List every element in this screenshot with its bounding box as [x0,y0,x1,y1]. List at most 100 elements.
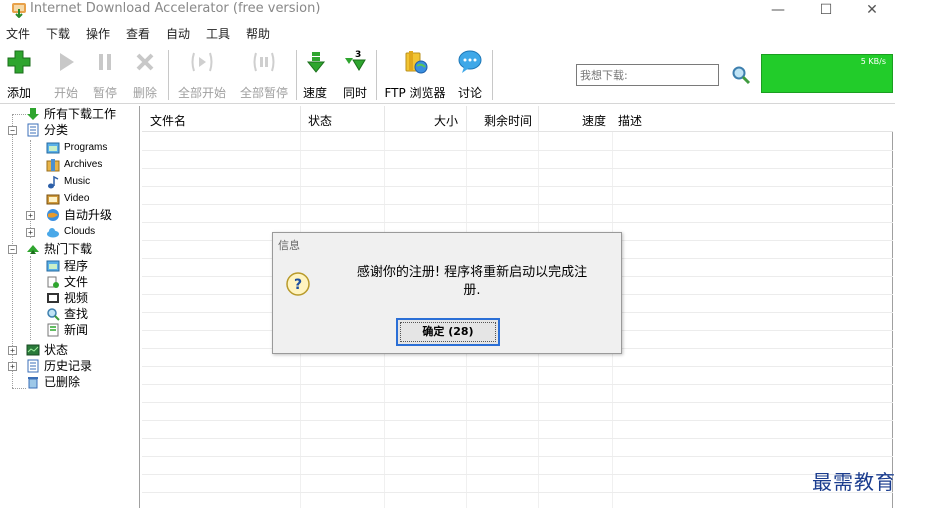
speed-readout: 5 KB/s [860,57,886,66]
menu-bar: 文件 下载 操作 查看 自动 工具 帮助 [0,24,895,44]
menu-auto[interactable]: 自动 [166,25,190,42]
dialog-message-line: 感谢你的注册! 程序将重新启动以完成注 [356,265,588,280]
ok-button[interactable]: 确定 (28) [396,318,500,346]
grid-row-line [142,204,893,205]
menu-action[interactable]: 操作 [86,25,110,42]
grid-row-line [142,186,893,187]
grid-row-line [142,150,893,151]
speed-button[interactable]: 速度 [302,48,328,101]
search-icon[interactable] [730,64,752,86]
grid-row-line [142,474,893,475]
grid-row-line [142,456,893,457]
tree-expander-clouds[interactable]: + [26,228,35,237]
discuss-button[interactable]: 讨论 [455,48,485,101]
speed-arrow-icon [306,52,326,73]
maximize-button[interactable]: ☐ [806,0,846,22]
search-input[interactable] [576,64,719,86]
tree-guide-line [30,140,31,238]
menu-view[interactable]: 查看 [126,25,150,42]
start-button[interactable]: 开始 [52,48,80,101]
list-header: 文件名 状态 大小 剩余时间 速度 描述 [142,106,893,132]
speed-graph: 5 KB/s [761,54,893,93]
menu-help[interactable]: 帮助 [246,25,270,42]
add-button[interactable]: 添加 [5,48,33,101]
window-title: Internet Download Accelerator (free vers… [30,1,321,16]
tree-guide-line [30,256,31,340]
column-filename[interactable]: 文件名 [150,112,186,129]
download-arrow-icon [27,108,39,120]
tree-expander-categories[interactable]: − [8,126,17,135]
files-icon [47,276,59,288]
title-bar: Internet Download Accelerator (free vers… [0,0,895,22]
column-description[interactable]: 描述 [618,112,642,129]
grid-row-line [142,366,893,367]
toolbar-separator [296,50,297,100]
dialog-message: 感谢你的注册! 程序将重新启动以完成注 册. [323,264,621,300]
dialog-title: 信息 [278,239,300,252]
column-divider[interactable] [300,106,301,132]
column-status[interactable]: 状态 [308,112,332,129]
column-time-left[interactable]: 剩余时间 [484,112,532,129]
column-divider[interactable] [466,106,467,132]
watermark: 最需教育 [812,470,896,494]
svg-text:?: ? [294,277,302,293]
tree-expander-hot[interactable]: − [8,245,17,254]
start-all-button[interactable]: 全部开始 [176,48,228,101]
ftp-browser-button[interactable]: FTP 浏览器 [384,48,446,101]
video-film-icon [46,194,60,205]
hot-downloads-icon [27,245,39,254]
video-screen-icon [47,293,59,303]
category-list-icon [27,123,39,137]
toolbar-separator [492,50,493,100]
music-note-icon [48,175,59,189]
ftp-folder-globe-icon [405,51,428,74]
grid-row-line [142,438,893,439]
tree-expander-auto-upgrade[interactable]: + [26,211,35,220]
play-icon [60,53,74,71]
pause-button[interactable]: 暂停 [91,48,119,101]
tree-expander-status[interactable]: + [8,346,17,355]
trash-bin-icon [28,377,38,389]
info-dialog: 信息 ? 感谢你的注册! 程序将重新启动以完成注 册. 确定 (28) [272,232,622,354]
app-logo-icon [12,3,26,18]
tree-guide-line [12,388,26,389]
grid-row-line [142,402,893,403]
grid-row-line [142,384,893,385]
chat-bubble-icon [458,50,482,73]
delete-button[interactable]: 删除 [131,48,159,101]
tree-expander-history[interactable]: + [8,362,17,371]
grid-row-line [142,168,893,169]
toolbar-separator [168,50,169,100]
programs-window-icon [46,142,60,154]
simultaneous-arrows-icon: 3 [345,50,366,71]
focus-rect [400,322,496,342]
globe-upgrade-icon [47,209,59,221]
pause-all-button[interactable]: 全部暂停 [238,48,290,101]
question-icon: ? [286,272,310,296]
minimize-button[interactable]: — [758,0,798,22]
search-magnifier-icon [47,308,60,321]
column-speed[interactable]: 速度 [582,112,606,129]
simultaneous-button[interactable]: 3 同时 [341,48,369,101]
grid-row-line [142,492,893,493]
menu-tools[interactable]: 工具 [206,25,230,42]
toolbar-separator [376,50,377,100]
close-button[interactable]: ✕ [852,0,892,22]
programs-window-icon [46,260,60,272]
add-plus-icon [7,50,31,74]
cloud-icon [47,228,59,238]
simultaneous-badge: 3 [355,50,361,60]
menu-file[interactable]: 文件 [6,25,30,42]
delete-x-icon [136,53,154,71]
category-tree: 所有下载工作 − 分类 Programs Archives Music Vide… [0,106,140,508]
column-divider[interactable] [538,106,539,132]
grid-row-line [142,222,893,223]
archive-box-icon [46,159,60,172]
column-size[interactable]: 大小 [434,112,458,129]
menu-download[interactable]: 下载 [46,25,70,42]
pause-icon [99,54,111,70]
status-monitor-icon [26,344,40,356]
tree-guide-line [12,114,26,115]
column-divider[interactable] [384,106,385,132]
history-list-icon [27,359,39,373]
